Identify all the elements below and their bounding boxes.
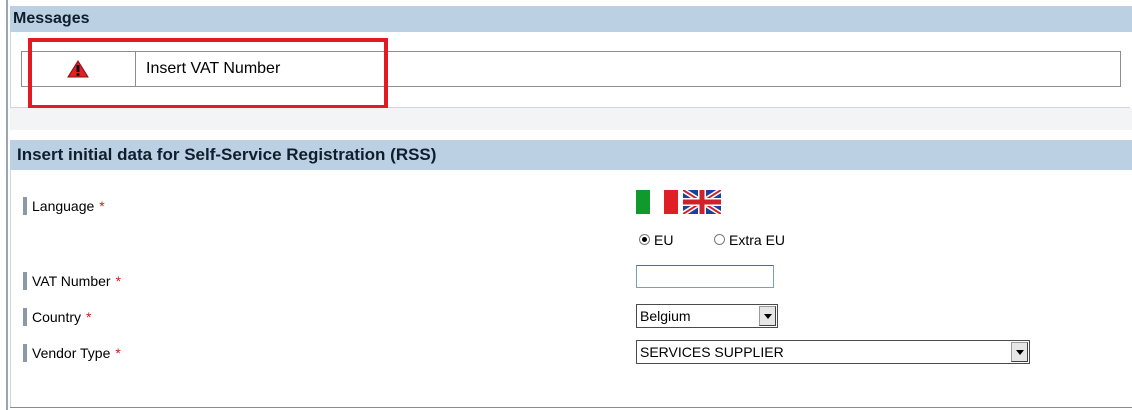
uk-flag-icon[interactable] bbox=[683, 190, 721, 214]
italy-flag-icon[interactable] bbox=[636, 190, 678, 214]
message-highlight-frame bbox=[28, 38, 388, 109]
vat-label-text: VAT Number bbox=[32, 273, 111, 289]
radio-eu-label: EU bbox=[654, 232, 674, 248]
form-area bbox=[10, 170, 1132, 408]
required-marker: * bbox=[115, 273, 122, 289]
country-label: Country * bbox=[23, 308, 91, 326]
country-label-text: Country bbox=[32, 309, 82, 325]
vendor-type-select[interactable]: SERVICES SUPPLIER bbox=[636, 340, 1030, 364]
chevron-down-icon[interactable] bbox=[1011, 342, 1028, 362]
vendor-type-label-text: Vendor Type bbox=[32, 345, 111, 361]
required-marker: * bbox=[99, 198, 105, 214]
country-select-value: Belgium bbox=[640, 308, 691, 324]
left-border bbox=[6, 0, 8, 410]
section-spacer bbox=[10, 108, 1132, 130]
radio-extra-eu-label: Extra EU bbox=[729, 232, 786, 248]
vat-number-input[interactable] bbox=[636, 265, 774, 288]
radio-extra-eu[interactable] bbox=[714, 234, 725, 245]
form-header: Insert initial data for Self-Service Reg… bbox=[10, 140, 1132, 170]
required-marker: * bbox=[115, 345, 121, 361]
language-label: Language * bbox=[23, 197, 105, 215]
required-marker: * bbox=[86, 309, 92, 325]
bottom-divider bbox=[10, 407, 1132, 408]
vendor-type-select-value: SERVICES SUPPLIER bbox=[640, 344, 784, 360]
chevron-down-icon[interactable] bbox=[759, 306, 776, 326]
messages-header: Messages bbox=[10, 6, 1132, 32]
country-select[interactable]: Belgium bbox=[636, 304, 778, 328]
radio-eu[interactable] bbox=[639, 234, 650, 245]
vat-label: VAT Number * bbox=[23, 272, 121, 290]
vendor-type-label: Vendor Type * bbox=[23, 344, 121, 362]
language-label-text: Language bbox=[32, 198, 95, 214]
